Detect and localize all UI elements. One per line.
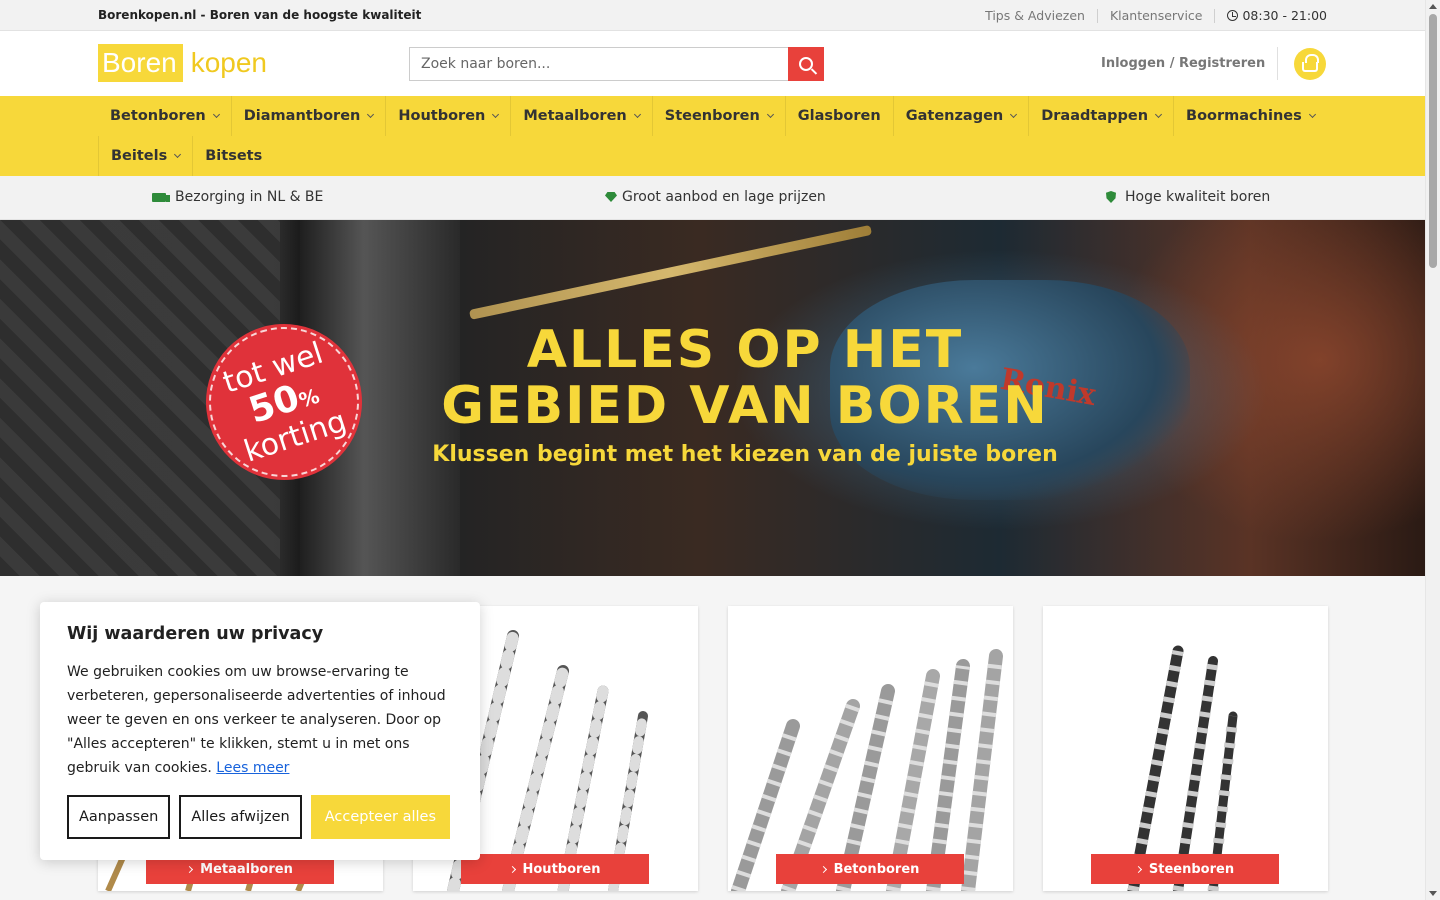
- chevron-down-icon: [1010, 110, 1018, 118]
- search-icon: [799, 57, 814, 71]
- truck-icon: [152, 192, 170, 202]
- customize-button[interactable]: Aanpassen: [67, 795, 171, 839]
- login-register-link[interactable]: Inloggen / Registreren: [1101, 56, 1265, 71]
- nav-item-gatenzagen[interactable]: Gatenzagen: [892, 96, 1029, 136]
- site-header: Boren kopen Inloggen / Registreren: [0, 31, 1425, 96]
- nav-label: Beitels: [111, 148, 168, 164]
- steenboren-image: [1127, 645, 1239, 891]
- chevron-down-icon: [1308, 110, 1316, 118]
- category-label: Steenboren: [1148, 861, 1235, 877]
- site-tagline: Borenkopen.nl - Boren van de hoogste kwa…: [98, 8, 422, 22]
- logo-part-2: kopen: [190, 47, 268, 78]
- nav-label: Gatenzagen: [905, 108, 1004, 124]
- nav-label: Steenboren: [664, 108, 760, 124]
- read-more-link[interactable]: Lees meer: [216, 760, 289, 776]
- accept-all-button[interactable]: Accepteer alles: [310, 795, 450, 839]
- chevron-down-icon: [367, 110, 375, 118]
- scroll-up-arrow-icon[interactable]: [1429, 4, 1437, 9]
- search-button[interactable]: [788, 47, 824, 81]
- top-links: Tips & Adviezen Klantenservice 08:30 - 2…: [985, 8, 1327, 23]
- cart-button[interactable]: [1294, 48, 1326, 80]
- opening-hours-text: 08:30 - 21:00: [1242, 8, 1327, 23]
- scrollbar-thumb[interactable]: [1429, 14, 1437, 268]
- chevron-down-icon: [212, 110, 220, 118]
- nav-item-boormachines[interactable]: Boormachines: [1173, 96, 1327, 136]
- nav-label: Bitsets: [205, 148, 263, 164]
- search-input[interactable]: [409, 47, 789, 81]
- category-button-houtboren[interactable]: Houtboren: [461, 854, 649, 884]
- opening-hours: 08:30 - 21:00: [1227, 8, 1327, 23]
- nav-row-2: Beitels Bitsets: [98, 136, 274, 176]
- customer-service-link[interactable]: Klantenservice: [1110, 8, 1203, 23]
- usp-quality: Hoge kwaliteit boren: [1106, 189, 1270, 205]
- hero-title-line-1: ALLES OP HET: [526, 320, 964, 380]
- nav-label: Betonboren: [110, 108, 206, 124]
- nav-item-houtboren[interactable]: Houtboren: [385, 96, 510, 136]
- diamond-icon: [605, 192, 617, 202]
- cookie-title: Wij waarderen uw privacy: [67, 624, 324, 644]
- nav-label: Draadtappen: [1041, 108, 1149, 124]
- nav-label: Boormachines: [1186, 108, 1302, 124]
- chevron-down-icon: [633, 110, 641, 118]
- hero-banner[interactable]: Ronix ALLES OP HET GEBIED VAN BOREN Klus…: [0, 220, 1425, 576]
- tips-link[interactable]: Tips & Adviezen: [985, 8, 1085, 23]
- search-bar: [409, 47, 824, 81]
- reject-all-button[interactable]: Alles afwijzen: [179, 795, 302, 839]
- divider: [1096, 8, 1098, 23]
- chevron-right-icon: [508, 865, 516, 873]
- category-label: Betonboren: [833, 861, 920, 877]
- scroll-down-arrow-icon[interactable]: [1429, 891, 1437, 896]
- hero-title: ALLES OP HET GEBIED VAN BOREN: [360, 322, 1130, 434]
- chevron-down-icon: [766, 110, 774, 118]
- usp-bar: Bezorging in NL & BE Groot aanbod en lag…: [0, 176, 1425, 220]
- nav-item-metaalboren[interactable]: Metaalboren: [510, 96, 651, 136]
- category-card-steenboren[interactable]: Steenboren: [1043, 606, 1328, 891]
- main-nav: Betonboren Diamantboren Houtboren Metaal…: [0, 96, 1425, 176]
- chevron-down-icon: [1154, 110, 1163, 118]
- usp-quality-text: Hoge kwaliteit boren: [1125, 189, 1271, 205]
- chevron-down-icon: [492, 110, 500, 118]
- category-button-steenboren[interactable]: Steenboren: [1091, 854, 1279, 884]
- chevron-right-icon: [1134, 865, 1142, 873]
- nav-item-beitels[interactable]: Beitels: [98, 136, 192, 176]
- shield-icon: [1106, 191, 1116, 203]
- nav-item-steenboren[interactable]: Steenboren: [651, 96, 785, 136]
- clock-icon: [1227, 10, 1239, 21]
- chevron-right-icon: [186, 865, 194, 873]
- logo-part-1: Boren: [98, 44, 183, 82]
- cookie-body: We gebruiken cookies om uw browse-ervari…: [67, 660, 459, 780]
- nav-item-diamantboren[interactable]: Diamantboren: [230, 96, 386, 136]
- basket-icon: [1302, 53, 1319, 72]
- category-label: Metaalboren: [200, 861, 293, 877]
- cookie-consent-dialog: Wij waarderen uw privacy We gebruiken co…: [40, 602, 480, 860]
- usp-range-text: Groot aanbod en lage prijzen: [622, 189, 826, 205]
- category-card-betonboren[interactable]: Betonboren: [728, 606, 1013, 891]
- hero-title-line-2: GEBIED VAN BOREN: [441, 376, 1049, 436]
- usp-delivery-text: Bezorging in NL & BE: [175, 189, 324, 205]
- nav-label: Houtboren: [398, 108, 486, 124]
- betonboren-image: [731, 649, 1003, 891]
- chevron-down-icon: [174, 150, 182, 158]
- divider: [1214, 8, 1216, 23]
- hero-subtitle: Klussen begint met het kiezen van de jui…: [432, 442, 1058, 467]
- page-scrollbar[interactable]: [1425, 0, 1440, 900]
- nav-row-1: Betonboren Diamantboren Houtboren Metaal…: [98, 96, 1327, 136]
- nav-item-betonboren[interactable]: Betonboren: [98, 96, 231, 136]
- cookie-buttons: Aanpassen Alles afwijzen Accepteer alles: [67, 795, 450, 839]
- category-label: Houtboren: [522, 861, 601, 877]
- category-button-betonboren[interactable]: Betonboren: [776, 854, 964, 884]
- nav-label: Metaalboren: [523, 108, 627, 124]
- site-logo[interactable]: Boren kopen: [98, 44, 267, 82]
- nav-label: Glasboren: [797, 108, 881, 124]
- header-divider: [1277, 47, 1278, 80]
- nav-label: Diamantboren: [243, 108, 361, 124]
- nav-item-glasboren[interactable]: Glasboren: [784, 96, 893, 136]
- top-bar: Borenkopen.nl - Boren van de hoogste kwa…: [0, 0, 1425, 31]
- chevron-right-icon: [819, 865, 827, 873]
- usp-range: Groot aanbod en lage prijzen: [605, 189, 826, 205]
- usp-delivery: Bezorging in NL & BE: [152, 189, 323, 205]
- nav-item-draadtappen[interactable]: Draadtappen: [1028, 96, 1173, 136]
- nav-item-bitsets[interactable]: Bitsets: [192, 136, 274, 176]
- drill-bit-image: [468, 224, 873, 320]
